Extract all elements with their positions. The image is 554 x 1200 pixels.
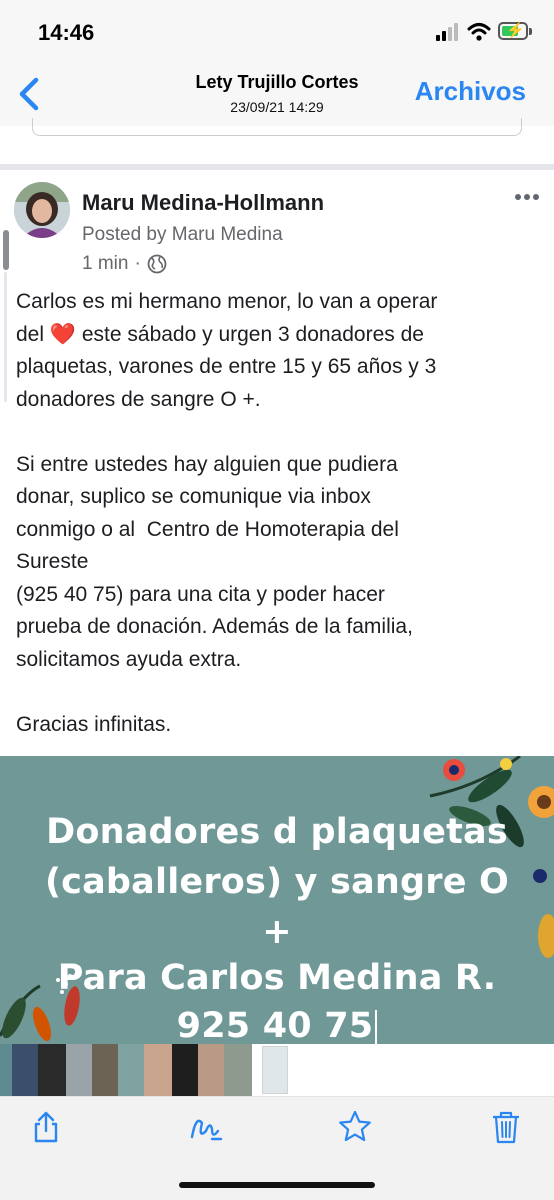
post-time[interactable]: 1 min xyxy=(82,253,128,275)
trash-icon[interactable] xyxy=(488,1109,524,1145)
globe-icon xyxy=(147,254,167,274)
meta-separator: · xyxy=(134,253,141,274)
status-time: 14:46 xyxy=(38,20,95,45)
status-bar: 14:46 ⚡ xyxy=(0,0,554,64)
body-line-2-end: este sábado y urgen 3 donadores de xyxy=(76,322,424,346)
thumbnail[interactable] xyxy=(38,1044,66,1096)
post-body: Carlos es mi hermano menor, lo van a ope… xyxy=(16,286,540,741)
thumbnail[interactable] xyxy=(12,1044,38,1096)
heart-emoji: ❤️ xyxy=(49,322,77,346)
favorite-star-icon[interactable] xyxy=(337,1109,373,1145)
home-indicator[interactable] xyxy=(179,1182,375,1188)
image-text-line-5-wrap: 925 40 75 xyxy=(0,1006,554,1046)
markup-icon[interactable] xyxy=(188,1109,224,1145)
battery-tip xyxy=(529,28,532,35)
image-text-line-4: Para Carlos Medina R. xyxy=(57,958,497,998)
battery-charging-icon: ⚡ xyxy=(498,22,528,40)
thumbnail[interactable] xyxy=(66,1044,92,1096)
thumbnail[interactable] xyxy=(224,1044,252,1096)
post-image[interactable]: Donadores d plaquetas (caballeros) y san… xyxy=(0,756,554,1046)
body-line-2-start: del xyxy=(16,322,45,346)
avatar[interactable] xyxy=(14,182,70,238)
scroll-track xyxy=(4,272,7,402)
previous-post-fragment xyxy=(32,118,522,136)
image-text-line-2: (caballeros) y sangre O xyxy=(44,862,510,902)
thumbnail[interactable] xyxy=(262,1046,288,1094)
thumbnail[interactable] xyxy=(198,1044,224,1096)
cellular-signal-icon xyxy=(436,23,460,41)
nav-bar: Lety Trujillo Cortes 23/09/21 14:29 Arch… xyxy=(0,64,554,126)
posted-by-label: Posted by Maru Medina xyxy=(82,224,283,245)
thumbnail[interactable] xyxy=(92,1044,118,1096)
wifi-icon xyxy=(467,23,491,41)
scrollbar-thumb[interactable] xyxy=(3,230,9,270)
body-rest: plaquetas, varones de entre 15 y 65 años… xyxy=(16,355,437,736)
thumbnail[interactable] xyxy=(0,1044,12,1096)
body-line-1: Carlos es mi hermano menor, lo van a ope… xyxy=(16,290,438,313)
thumbnail-strip xyxy=(0,1044,554,1096)
share-icon[interactable] xyxy=(28,1109,64,1145)
thumbnail[interactable] xyxy=(118,1044,144,1096)
thumbnail[interactable] xyxy=(144,1044,172,1096)
post-separator xyxy=(0,164,554,170)
text-cursor xyxy=(375,1010,378,1044)
more-dots-icon[interactable] xyxy=(514,190,540,204)
post-meta: 1 min · xyxy=(82,252,167,276)
image-text-line-5: 925 40 75 xyxy=(176,1006,374,1046)
thumbnail[interactable] xyxy=(172,1044,198,1096)
image-text-line-1: Donadores d plaquetas xyxy=(46,812,508,852)
image-text-line-3: + xyxy=(262,912,292,952)
post-author-name[interactable]: Maru Medina-Hollmann xyxy=(82,190,324,216)
files-button[interactable]: Archivos xyxy=(415,76,526,107)
